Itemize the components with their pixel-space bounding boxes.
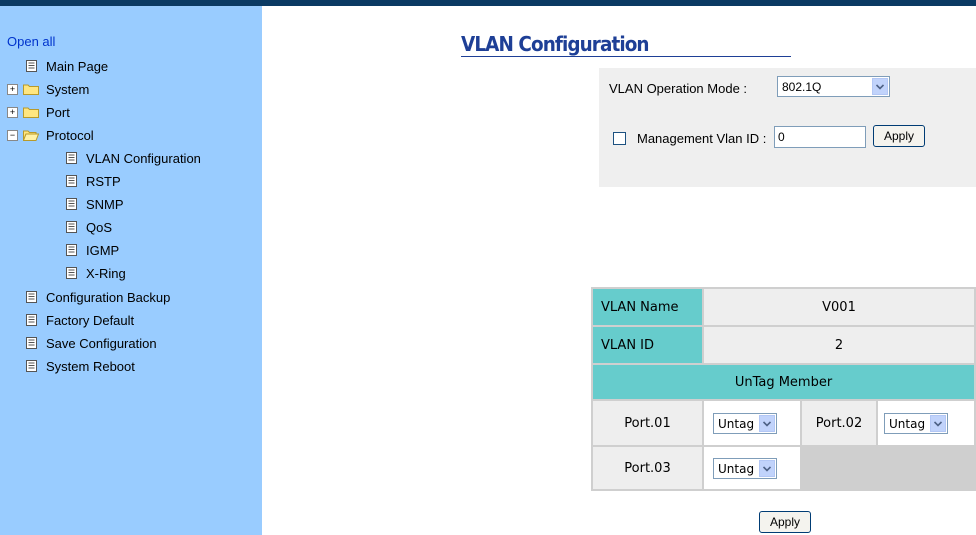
title-underline bbox=[461, 56, 791, 57]
port-01-select-value: Untag bbox=[718, 417, 755, 431]
document-icon bbox=[26, 314, 37, 326]
sidebar-item-qos[interactable]: QoS bbox=[66, 217, 112, 237]
chevron-down-icon bbox=[759, 415, 775, 432]
sidebar-item-factory-default[interactable]: Factory Default bbox=[26, 310, 134, 330]
port-02-select-value: Untag bbox=[889, 417, 926, 431]
open-all-link[interactable]: Open all bbox=[7, 34, 55, 49]
sidebar-item-label: IGMP bbox=[86, 242, 120, 258]
sidebar-item-igmp[interactable]: IGMP bbox=[66, 240, 119, 260]
vlan-id-value[interactable]: 2 bbox=[704, 327, 974, 363]
page-title: VLAN Configuration bbox=[461, 32, 650, 56]
sidebar-item-system-reboot[interactable]: System Reboot bbox=[26, 356, 135, 376]
sidebar-item-label: System bbox=[46, 81, 90, 97]
port-02-label: Port.02 bbox=[802, 401, 876, 445]
sidebar-item-label: VLAN Configuration bbox=[86, 150, 201, 166]
document-icon bbox=[66, 267, 77, 279]
folder-icon bbox=[23, 107, 39, 118]
chevron-down-icon bbox=[759, 460, 775, 477]
chevron-down-icon bbox=[872, 78, 888, 95]
port-03-select[interactable]: Untag bbox=[713, 458, 777, 479]
vlan-mode-select[interactable]: 802.1Q bbox=[777, 76, 890, 97]
sidebar-item-label: Protocol bbox=[46, 127, 94, 143]
sidebar-item-label: Factory Default bbox=[46, 312, 135, 328]
sidebar-item-save-configuration[interactable]: Save Configuration bbox=[26, 333, 157, 353]
port-03-label: Port.03 bbox=[593, 447, 702, 489]
sidebar-item-label: System Reboot bbox=[46, 358, 135, 374]
expand-icon[interactable]: + bbox=[7, 83, 18, 95]
port-02-select[interactable]: Untag bbox=[884, 413, 948, 434]
vlan-name-value[interactable]: V001 bbox=[704, 289, 974, 325]
sidebar-item-main-page[interactable]: Main Page bbox=[26, 56, 108, 76]
vlan-id-label: VLAN ID bbox=[593, 327, 702, 363]
document-icon bbox=[66, 152, 77, 164]
vlan-settings-panel: VLAN Operation Mode : 802.1Q Management … bbox=[599, 68, 976, 187]
sidebar-item-label: QoS bbox=[86, 219, 113, 235]
management-vlan-id-input[interactable]: 0 bbox=[774, 126, 866, 148]
vlan-id-text: 2 bbox=[834, 337, 844, 353]
sidebar-item-label: RSTP bbox=[86, 173, 121, 189]
folder-open-icon bbox=[23, 130, 39, 141]
sidebar-item-port[interactable]: + Port bbox=[7, 102, 70, 122]
vlan-mode-value: 802.1Q bbox=[782, 80, 822, 94]
vlan-name-label: VLAN Name bbox=[593, 289, 702, 325]
document-icon bbox=[66, 244, 77, 256]
management-vlan-checkbox[interactable] bbox=[613, 132, 626, 145]
sidebar-item-vlan-configuration[interactable]: VLAN Configuration bbox=[66, 148, 201, 168]
document-icon bbox=[66, 198, 77, 210]
vlan-mode-label: VLAN Operation Mode : bbox=[609, 81, 748, 96]
folder-icon bbox=[23, 84, 39, 95]
document-icon bbox=[26, 337, 37, 349]
port-01-cell: Untag bbox=[704, 401, 800, 445]
sidebar-item-label: SNMP bbox=[86, 196, 124, 212]
sidebar-item-label: Main Page bbox=[46, 58, 109, 74]
sidebar-item-label: X-Ring bbox=[86, 265, 126, 281]
sidebar-item-system[interactable]: + System bbox=[7, 79, 89, 99]
port-01-select[interactable]: Untag bbox=[713, 413, 777, 434]
sidebar-item-rstp[interactable]: RSTP bbox=[66, 171, 121, 191]
vlan-table: VLAN Name V001 VLAN ID 2 UnTag Member Po… bbox=[591, 287, 976, 491]
apply-vlan-button[interactable]: Apply bbox=[759, 511, 811, 533]
document-icon bbox=[26, 291, 37, 303]
sidebar-item-label: Configuration Backup bbox=[46, 289, 171, 305]
management-vlan-label: Management Vlan ID : bbox=[637, 131, 767, 146]
sidebar-item-snmp[interactable]: SNMP bbox=[66, 194, 124, 214]
document-icon bbox=[26, 60, 37, 72]
document-icon bbox=[66, 175, 77, 187]
port-03-cell: Untag bbox=[704, 447, 800, 489]
document-icon bbox=[66, 221, 77, 233]
apply-management-button[interactable]: Apply bbox=[873, 125, 925, 147]
sidebar-item-label: Port bbox=[46, 104, 70, 120]
expand-icon[interactable]: + bbox=[7, 106, 18, 118]
sidebar-item-x-ring[interactable]: X-Ring bbox=[66, 263, 126, 283]
management-vlan-id-value: 0 bbox=[778, 130, 785, 144]
port-01-label: Port.01 bbox=[593, 401, 702, 445]
sidebar-item-configuration-backup[interactable]: Configuration Backup bbox=[26, 287, 170, 307]
sidebar-item-protocol[interactable]: − Protocol bbox=[7, 125, 94, 145]
port-02-cell: Untag bbox=[878, 401, 974, 445]
port-03-select-value: Untag bbox=[718, 462, 755, 476]
sidebar-item-label: Save Configuration bbox=[46, 335, 157, 351]
sidebar-nav: Open all Main Page + System + Port − Pro… bbox=[0, 6, 262, 535]
chevron-down-icon bbox=[930, 415, 946, 432]
document-icon bbox=[26, 360, 37, 372]
vlan-name-text: V001 bbox=[822, 299, 856, 315]
untag-member-header: UnTag Member bbox=[593, 365, 974, 399]
collapse-icon[interactable]: − bbox=[7, 129, 18, 141]
